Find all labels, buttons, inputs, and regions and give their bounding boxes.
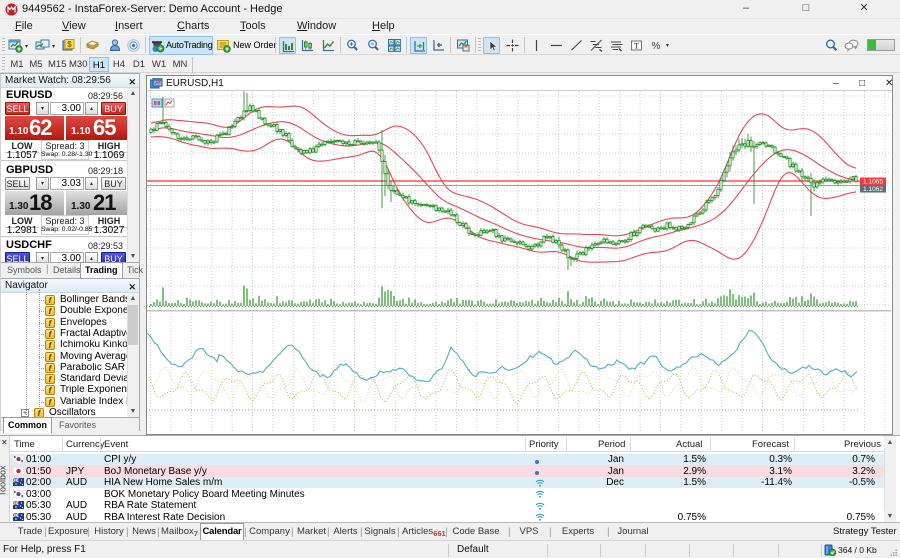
svg-text:T: T <box>634 41 639 50</box>
svg-text:1.1065: 1.1065 <box>863 179 883 186</box>
svg-text:$: $ <box>67 40 72 49</box>
svg-text:%: % <box>651 41 660 52</box>
svg-text:1.1062: 1.1062 <box>863 186 883 193</box>
